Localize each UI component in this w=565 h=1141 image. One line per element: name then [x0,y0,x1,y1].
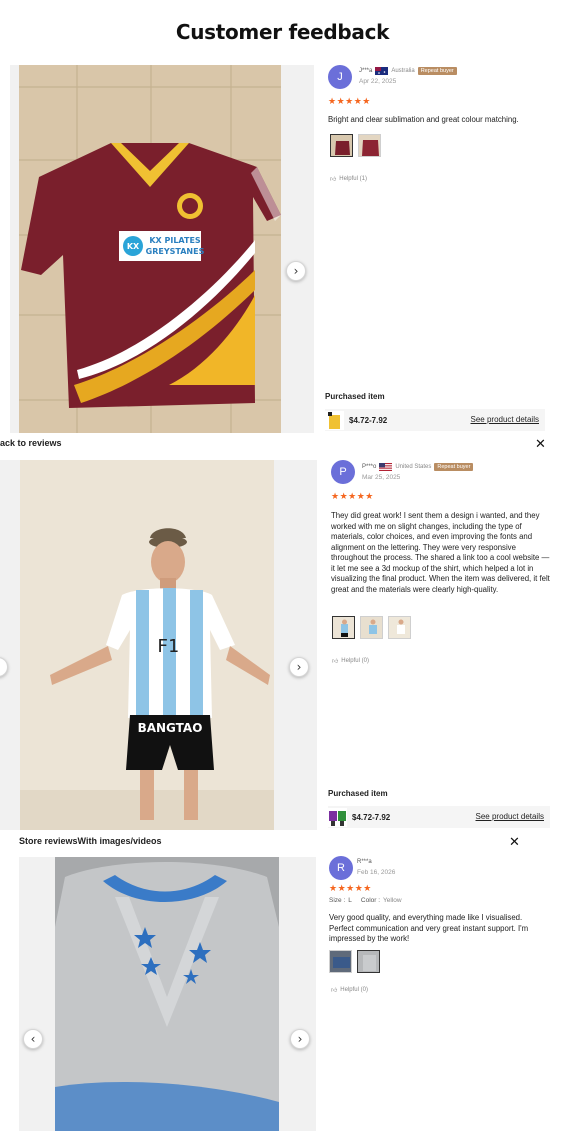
grey-jersey-photo [55,857,279,1131]
review-date: Apr 22, 2025 [359,78,397,85]
review-text: They did great work! I sent them a desig… [331,511,550,594]
page-root: Customer feedback KX KX PILATES GREYSTAN… [0,0,565,1141]
product-thumbnail [325,410,344,430]
purchased-item-label: Purchased item [328,789,388,798]
review-date: Feb 16, 2026 [357,869,396,876]
review-thumbnail[interactable] [388,616,411,639]
chevron-right-icon: › [296,660,302,674]
tab-store-reviews[interactable]: Store reviews [19,836,78,846]
shorts-print-text: BANGTAO [138,721,203,735]
review-text: Bright and clear sublimation and great c… [328,115,519,124]
star-rating: ★★★★★ [331,492,374,502]
review-date: Mar 25, 2025 [362,474,401,481]
person-photo-illustration: F1 BANGTAO [20,460,274,830]
purchased-item-row[interactable]: $4.72-7.92 See product details [328,806,550,828]
next-photo-button[interactable]: › [286,261,306,281]
sponsor-logo-text: KX [127,242,140,251]
avatar: P [331,460,355,484]
jersey-photo-illustration: KX KX PILATES GREYSTANES [19,65,281,433]
color-value: Yellow [383,897,402,904]
repeat-buyer-badge: Repeat buyer [434,463,474,471]
star-rating: ★★★★★ [328,97,371,107]
review-thumbnail[interactable] [330,134,353,157]
reviewer-meta: R***a [357,859,372,865]
tab-with-images[interactable]: With images/videos [78,836,162,846]
jersey-photo-maroon: KX KX PILATES GREYSTANES [19,65,281,433]
see-product-details-link[interactable]: See product details [476,812,545,821]
thumbnail-image [333,617,354,638]
person-wearing-jersey-photo: F1 BANGTAO [20,460,274,830]
back-to-reviews-link[interactable]: ack to reviews [0,438,62,448]
thumbs-up-icon: 👍︎ [332,659,339,665]
size-label: Size : [329,897,346,904]
review-thumbnail[interactable] [329,950,352,973]
close-icon[interactable]: ✕ [535,438,546,451]
prev-photo-button[interactable]: ‹ [0,657,8,677]
review-photo-panel: F1 BANGTAO ‹ › [0,460,317,830]
page-title: Customer feedback [175,20,390,44]
avatar: J [328,65,352,89]
jersey-print-text: F1 [157,636,179,657]
purchased-item-label: Purchased item [325,392,385,401]
review-thumbnail[interactable] [332,616,355,639]
review-thumbnails [330,134,381,157]
close-icon[interactable]: ✕ [509,836,520,849]
size-value: L [348,897,352,904]
helpful-count: Helpful (1) [339,176,367,182]
thumbnail-image [330,951,351,972]
reviewer-meta: J***a Australia Repeat buyer [359,67,457,75]
thumbs-up-icon: 👍︎ [331,988,338,994]
thumbnail-image [389,617,410,638]
sponsor-name-line2: GREYSTANES [146,247,205,256]
chevron-left-icon: ‹ [30,1032,36,1046]
price-range: $4.72-7.92 [349,415,388,425]
review-thumbnail[interactable] [360,616,383,639]
product-thumbnail [328,807,347,827]
helpful-button[interactable]: 👍︎ Helpful (0) [332,657,369,665]
review-thumbnails [329,950,380,973]
helpful-button[interactable]: 👍︎ Helpful (1) [330,175,367,183]
store-reviews-tabs: Store reviewsWith images/videos [19,836,161,846]
reviewer-country: Australia [391,68,415,74]
review-photo-panel: ‹ › [19,857,316,1131]
thumbnail-image [358,951,379,972]
review-photo-panel: KX KX PILATES GREYSTANES › [10,65,314,433]
next-photo-button[interactable]: › [290,1029,310,1049]
reviewer-name: R***a [357,859,372,865]
review-thumbnails [332,616,411,639]
reviewer-name: P***o [362,464,377,470]
thumbnail-image [361,617,382,638]
reviewer-country: United States [395,464,432,470]
repeat-buyer-badge: Repeat buyer [417,67,457,75]
chevron-right-icon: › [293,264,299,278]
sku-info: Size : L Color : Yellow [329,897,402,904]
review-thumbnail[interactable] [357,950,380,973]
star-rating: ★★★★★ [329,884,372,894]
usa-flag-icon [379,463,393,471]
price-range: $4.72-7.92 [352,812,391,822]
thumbs-up-icon: 👍︎ [330,177,337,183]
thumbnail-image [331,135,352,156]
color-label: Color : [360,897,381,904]
helpful-count: Helpful (0) [340,987,368,993]
see-product-details-link[interactable]: See product details [471,415,540,424]
next-photo-button[interactable]: › [289,657,309,677]
helpful-button[interactable]: 👍︎ Helpful (0) [331,986,368,994]
avatar: R [329,856,353,880]
review-thumbnail[interactable] [358,134,381,157]
australia-flag-icon [375,67,389,75]
sponsor-name-line1: KX PILATES [149,236,201,245]
thumbnail-image [359,135,380,156]
prev-photo-button[interactable]: ‹ [23,1029,43,1049]
helpful-count: Helpful (0) [341,658,369,664]
grey-jersey-illustration [55,857,279,1131]
review-text: Very good quality, and everything made l… [329,913,529,943]
chevron-right-icon: › [297,1032,303,1046]
reviewer-name: J***a [359,68,373,74]
purchased-item-row[interactable]: $4.72-7.92 See product details [325,409,545,431]
reviewer-meta: P***o United States Repeat buyer [362,463,474,471]
